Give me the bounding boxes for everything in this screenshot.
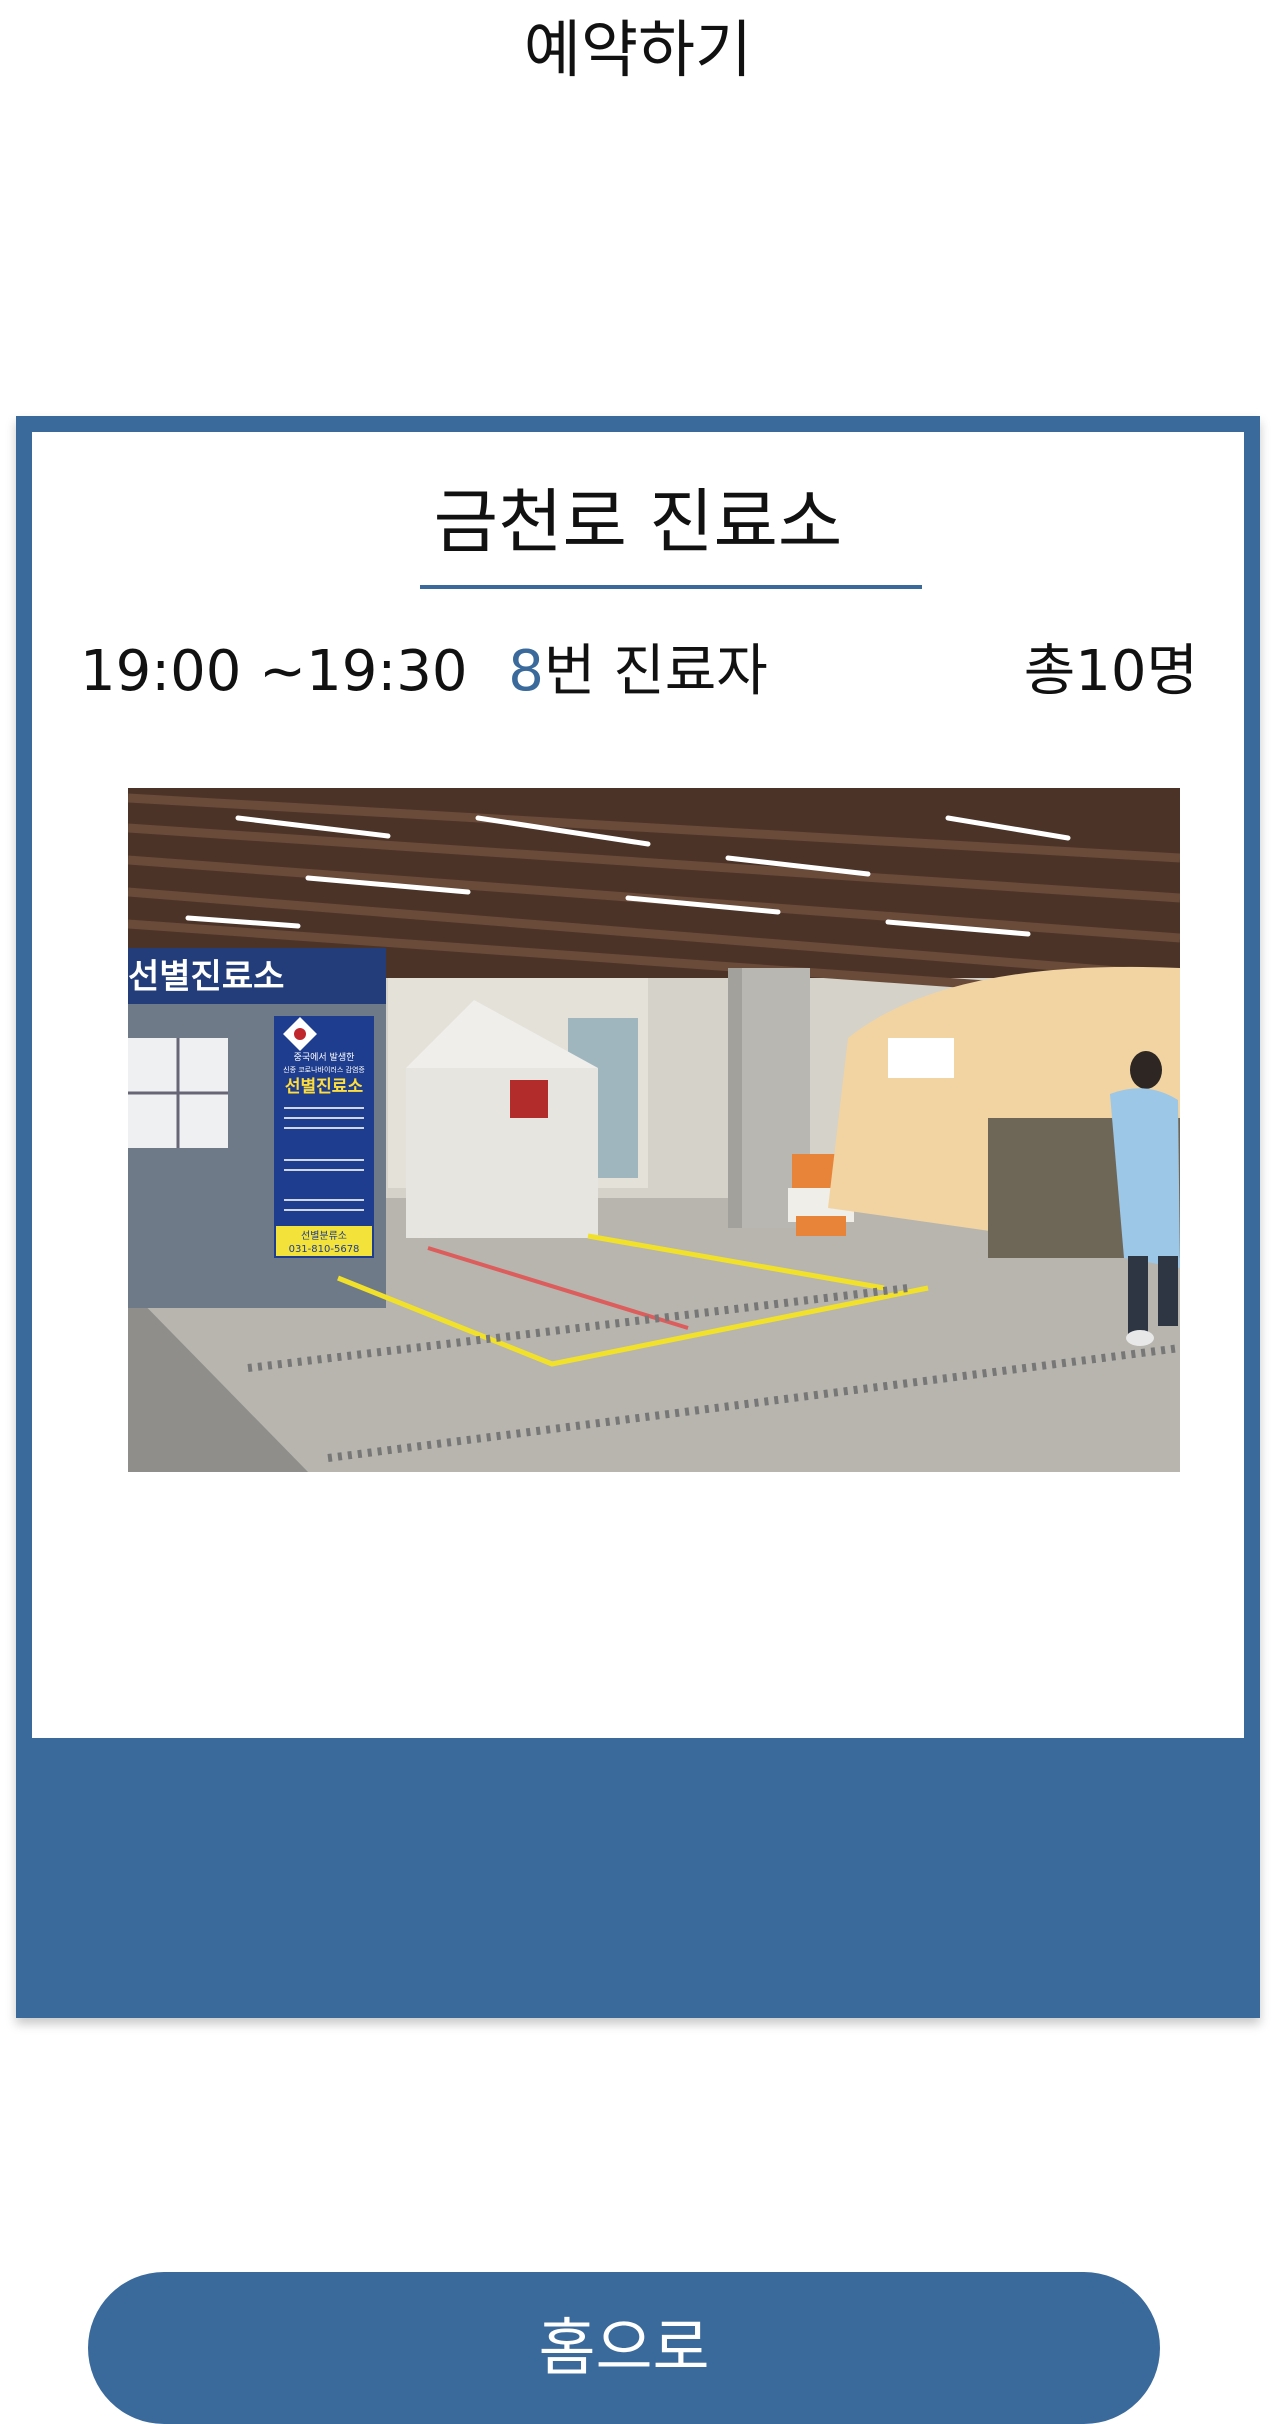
sign-title-text: 선별진료소 [285, 1077, 364, 1097]
patient-number-value: 8 [508, 639, 544, 704]
booth-banner-text: 선별진료소 [128, 957, 284, 997]
reservation-card: 금천로 진료소 19:00 ~19:30 8번 진료자 총10명 선별진료소 중… [16, 416, 1260, 2018]
clinic-photo: 선별진료소 중국에서 발생한 신종 코로나바이러스 감염증 선별진료소 선별분류… [128, 788, 1180, 1472]
page-title: 예약하기 [523, 13, 753, 86]
home-button[interactable]: 홈으로 [88, 2272, 1160, 2424]
sign-phone-text: 031-810-5678 [289, 1244, 360, 1255]
total-count: 총10명 [1023, 639, 1198, 704]
patient-number-suffix: 번 진료자 [543, 639, 768, 704]
clinic-name: 금천로 진료소 [433, 481, 843, 563]
sign-subheader-text: 신종 코로나바이러스 감염증 [283, 1065, 365, 1074]
clinic-name-underline [420, 585, 922, 589]
sign-footer-title-text: 선별분류소 [301, 1230, 347, 1242]
sign-header-text: 중국에서 발생한 [294, 1052, 355, 1063]
reservation-card-body: 금천로 진료소 19:00 ~19:30 8번 진료자 총10명 선별진료소 중… [32, 432, 1244, 1738]
